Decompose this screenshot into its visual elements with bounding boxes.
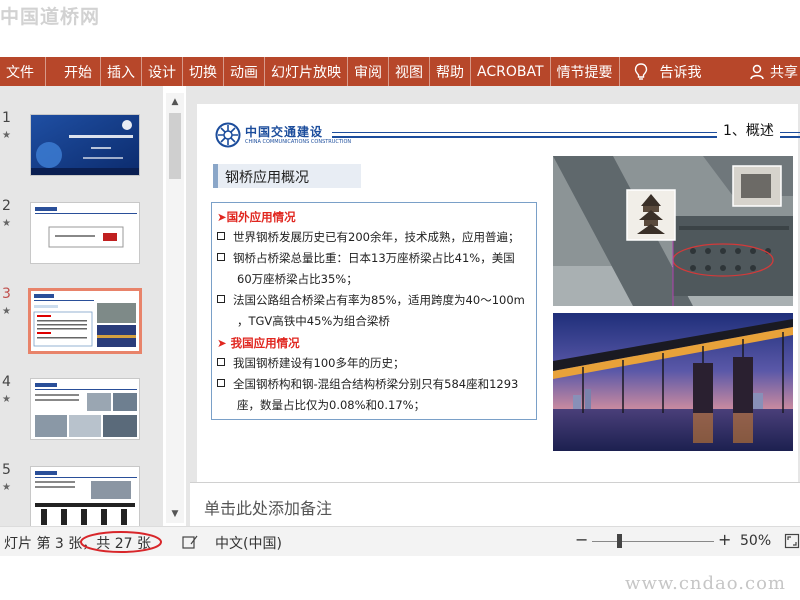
language-indicator[interactable]: 中文(中国) [215,533,282,553]
thumbnail-number: 3 [2,286,11,302]
tab-review[interactable]: 审阅 [348,57,389,86]
tab-acrobat[interactable]: ACROBAT [471,57,551,86]
steel-truss-photo [553,156,793,306]
list-item: ，TGV高铁中45%为组合梁桥 [237,314,390,328]
share-label: 共享 [770,64,798,81]
animation-star-icon: ★ [2,306,11,317]
title-accent-bar [213,164,218,188]
slide-thumbnail-5[interactable] [30,466,140,528]
china-bullet-list: 我国钢桥建设有100多年的历史； 全国钢桥构和钢-混组合结构桥梁分别只有584座… [217,353,537,416]
tab-file[interactable]: 文件 [0,57,46,86]
china-heading: ➤ 我国应用情况 [217,336,300,350]
foreign-bullet-list: 世界钢桥发展历史已有200余年，技术成熟，应用普遍； 钢桥占桥梁总量比重：日本1… [217,227,537,332]
tab-home[interactable]: 开始 [46,57,101,86]
ribbon-tab-bar: 文件 开始 插入 设计 切换 动画 幻灯片放映 审阅 视图 帮助 ACROBAT… [0,57,800,86]
red-annotation-ellipse [80,531,162,553]
thumbnail-scrollbar[interactable]: ▲ ▼ [166,93,184,523]
slide-title: 钢桥应用概况 [225,170,309,186]
powerpoint-window: 中国道桥网 文件 开始 插入 设计 切换 动画 幻灯片放映 审阅 视图 帮助 A… [0,0,800,600]
logo-chinese-text: 中国交通建设 [245,125,324,139]
animation-star-icon: ★ [2,482,11,493]
tab-insert[interactable]: 插入 [101,57,142,86]
slide-thumbnail-3-selected[interactable] [28,288,142,354]
thumbnail-number: 2 [2,198,11,214]
scroll-up-icon[interactable]: ▲ [166,93,184,111]
scroll-down-icon[interactable]: ▼ [166,505,184,523]
list-item: 钢桥占桥梁总量比重：日本13万座桥梁占比41%，美国 [217,248,537,269]
tab-design[interactable]: 设计 [142,57,183,86]
zoom-in-button[interactable]: + [718,530,731,549]
thumbnail-number: 4 [2,374,11,390]
tab-storyboard[interactable]: 情节提要 [551,57,620,86]
slide-thumbnail-2[interactable] [30,202,140,264]
tab-animations[interactable]: 动画 [224,57,265,86]
notes-toggle-icon[interactable] [182,534,198,550]
slide-thumbnail-4[interactable] [30,378,140,440]
tell-me-label: 告诉我 [659,64,702,81]
list-item: 世界钢桥发展历史已有200余年，技术成熟，应用普遍； [217,227,537,248]
list-item: 我国钢桥建设有100多年的历史； [217,353,537,374]
zoom-percentage[interactable]: 50% [740,533,771,549]
site-watermark-bottom: www.cndao.com [625,573,786,594]
logo-english-text: CHINA COMMUNICATIONS CONSTRUCTION [245,139,352,145]
thumbnail-number: 5 [2,462,11,478]
status-bar: 灯片 第 3 张，共 27 张 中文(中国) − + 50% [0,526,800,556]
company-logo-icon [215,122,241,148]
thumbnail-number: 1 [2,110,11,126]
slide-thumbnail-1[interactable] [30,114,140,176]
tab-help[interactable]: 帮助 [430,57,471,86]
tab-slideshow[interactable]: 幻灯片放映 [265,57,348,86]
fit-to-window-icon[interactable] [784,533,800,549]
person-icon [750,64,764,79]
night-bridge-photo [553,313,793,451]
animation-star-icon: ★ [2,218,11,229]
notes-placeholder: 单击此处添加备注 [204,499,333,518]
zoom-out-button[interactable]: − [575,530,588,549]
slide-thumbnail-pane: 1 ★ 2 ★ 3 ★ 4 ★ 5 ★ [0,86,163,528]
lightbulb-icon [634,62,647,80]
content-textbox: ➤国外应用情况 世界钢桥发展历史已有200余年，技术成熟，应用普遍； 钢桥占桥梁… [211,202,537,420]
foreign-heading: ➤国外应用情况 [217,210,296,224]
share-button[interactable]: 共享 [750,57,800,86]
notes-pane[interactable]: 单击此处添加备注 [190,482,800,526]
list-item: 全国钢桥构和钢-混组合结构桥梁分别只有584座和1293 [217,374,537,395]
scrollbar-thumb[interactable] [169,113,181,179]
tab-view[interactable]: 视图 [389,57,430,86]
title-box: 钢桥应用概况 [213,164,361,188]
zoom-slider-track[interactable] [592,541,714,542]
list-item: 法国公路组合桥梁占有率为85%，适用跨度为40～100m [217,290,537,311]
list-item: 60万座桥梁占比35%； [237,272,358,286]
section-heading: 1、概述 [717,120,780,140]
animation-star-icon: ★ [2,394,11,405]
tab-transitions[interactable]: 切换 [183,57,224,86]
tell-me-box[interactable]: 告诉我 [620,57,702,86]
animation-star-icon: ★ [2,130,11,141]
zoom-slider-thumb[interactable] [616,534,622,548]
site-watermark-top: 中国道桥网 [0,6,101,28]
slide-editor-pane: 中国交通建设 CHINA COMMUNICATIONS CONSTRUCTION… [186,86,800,541]
list-item: 座，数量占比仅为0.08%和0.17%； [237,398,426,412]
slide-canvas[interactable]: 中国交通建设 CHINA COMMUNICATIONS CONSTRUCTION… [197,104,800,541]
